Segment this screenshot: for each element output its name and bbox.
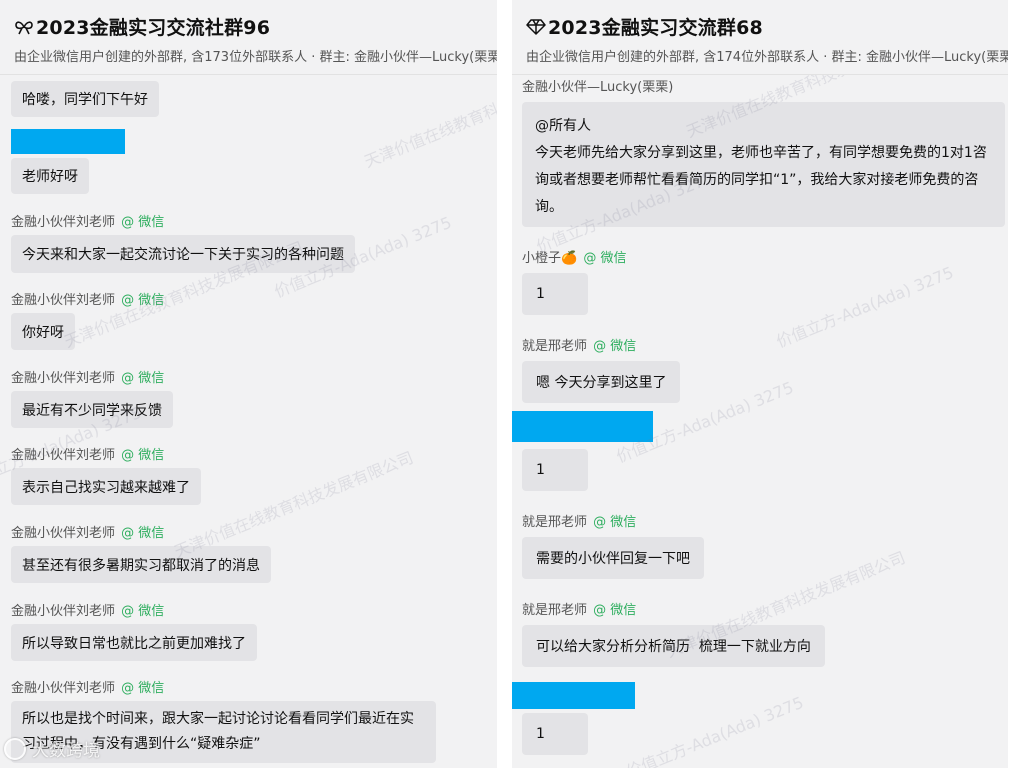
- group-subtitle: 由企业微信用户创建的外部群, 含173位外部联系人 · 群主: 金融小伙伴—Lu…: [14, 50, 497, 65]
- sender-name: 金融小伙伴刘老师 @ 微信: [11, 289, 164, 308]
- sender-name: 金融小伙伴刘老师 @ 微信: [11, 444, 164, 463]
- message-bubble[interactable]: 所以导致日常也就比之前更加难找了: [11, 624, 257, 661]
- ribbon-icon: [14, 17, 34, 37]
- sender-label: 金融小伙伴刘老师: [11, 681, 116, 696]
- group-subtitle: 由企业微信用户创建的外部群, 含174位外部联系人 · 群主: 金融小伙伴—Lu…: [526, 50, 1008, 65]
- sender-name: 金融小伙伴刘老师 @ 微信: [11, 522, 164, 541]
- sender-name: 小橙子🍊 @ 微信: [522, 247, 626, 266]
- message-bubble[interactable]: 1: [522, 273, 588, 315]
- sender-label: 就是邢老师: [522, 515, 588, 530]
- chat-panel-left: 2023金融实习交流社群96 由企业微信用户创建的外部群, 含173位外部联系人…: [0, 0, 497, 768]
- watermark-text: 价值立方-Ada(Ada) 3275: [623, 692, 807, 768]
- sender-label: 就是邢老师: [522, 603, 588, 618]
- sender-label: 金融小伙伴刘老师: [11, 293, 116, 308]
- sender-label: 金融小伙伴刘老师: [11, 448, 116, 463]
- wechat-tag: @ 微信: [593, 339, 637, 354]
- wechat-tag: @ 微信: [583, 251, 627, 266]
- wechat-tag: @ 微信: [121, 526, 165, 541]
- wechat-tag: @ 微信: [121, 448, 165, 463]
- sender-label: 小橙子🍊: [522, 251, 578, 266]
- sender-label: 金融小伙伴刘老师: [11, 526, 116, 541]
- message-bubble[interactable]: 1: [522, 713, 588, 755]
- watermark-text: 价值立方-Ada(Ada) 3275: [773, 262, 957, 352]
- sender-label: 金融小伙伴刘老师: [11, 371, 116, 386]
- announcement-bubble[interactable]: @所有人 今天老师先给大家分享到这里，老师也辛苦了，有同学想要免费的1对1咨询或…: [522, 102, 1005, 227]
- chat-header: 2023金融实习交流群68 由企业微信用户创建的外部群, 含174位外部联系人 …: [512, 0, 1008, 75]
- announcement-body: 今天老师先给大家分享到这里，老师也辛苦了，有同学想要免费的1对1咨询或者想要老师…: [535, 145, 987, 215]
- sender-name: 金融小伙伴刘老师 @ 微信: [11, 677, 164, 696]
- watermark-text: 天津价值在线教育科技发展有限公司: [171, 447, 416, 562]
- sender-name: 金融小伙伴—Lucky(栗栗): [522, 76, 673, 95]
- group-title: 2023金融实习交流群68: [548, 17, 763, 39]
- message-bubble[interactable]: 嗯 今天分享到这里了: [522, 361, 681, 403]
- sender-name: 金融小伙伴刘老师 @ 微信: [11, 367, 164, 386]
- logo-icon: [4, 737, 26, 760]
- wechat-tag: @ 微信: [121, 604, 165, 619]
- message-bubble[interactable]: 表示自己找实习越来越难了: [11, 468, 201, 505]
- diamond-icon: [526, 17, 546, 37]
- message-bubble[interactable]: 1: [522, 449, 588, 491]
- wechat-tag: @ 微信: [121, 371, 165, 386]
- announcement-mention: @所有人: [535, 118, 591, 134]
- group-title: 2023金融实习交流社群96: [36, 17, 271, 39]
- wechat-tag: @ 微信: [121, 215, 165, 230]
- wechat-tag: @ 微信: [121, 681, 165, 696]
- sender-name: 金融小伙伴刘老师 @ 微信: [11, 600, 164, 619]
- message-bubble[interactable]: 你好呀: [11, 313, 75, 350]
- sender-label: 金融小伙伴—Lucky(栗栗): [522, 80, 674, 95]
- wechat-tag: @ 微信: [593, 603, 637, 618]
- message-bubble[interactable]: 今天来和大家一起交流讨论一下关于实习的各种问题: [11, 235, 355, 273]
- sender-label: 金融小伙伴刘老师: [11, 215, 116, 230]
- sender-name: 就是邢老师 @ 微信: [522, 599, 636, 618]
- sender-name: 就是邢老师 @ 微信: [522, 335, 636, 354]
- message-bubble[interactable]: 需要的小伙伴回复一下吧: [522, 537, 704, 579]
- message-bubble[interactable]: 老师好呀: [11, 158, 89, 194]
- corner-logo-text: 大数跨境: [32, 741, 100, 761]
- redacted-sender: [512, 682, 635, 709]
- sender-label: 就是邢老师: [522, 339, 588, 354]
- message-bubble[interactable]: 甚至还有很多暑期实习都取消了的消息: [11, 546, 271, 583]
- message-bubble[interactable]: 最近有不少同学来反馈: [11, 391, 173, 428]
- redacted-sender: [11, 129, 125, 154]
- corner-logo: 大数跨境: [4, 736, 100, 761]
- sender-name: 就是邢老师 @ 微信: [522, 511, 636, 530]
- message-bubble[interactable]: 哈喽，同学们下午好: [11, 81, 159, 117]
- redacted-sender: [512, 411, 653, 442]
- chat-panel-right: 2023金融实习交流群68 由企业微信用户创建的外部群, 含174位外部联系人 …: [512, 0, 1008, 768]
- wechat-tag: @ 微信: [121, 293, 165, 308]
- sender-name: 金融小伙伴刘老师 @ 微信: [11, 211, 164, 230]
- chat-header: 2023金融实习交流社群96 由企业微信用户创建的外部群, 含173位外部联系人…: [0, 0, 497, 75]
- sender-label: 金融小伙伴刘老师: [11, 604, 116, 619]
- wechat-tag: @ 微信: [593, 515, 637, 530]
- message-bubble[interactable]: 可以给大家分析分析简历 梳理一下就业方向: [522, 625, 825, 667]
